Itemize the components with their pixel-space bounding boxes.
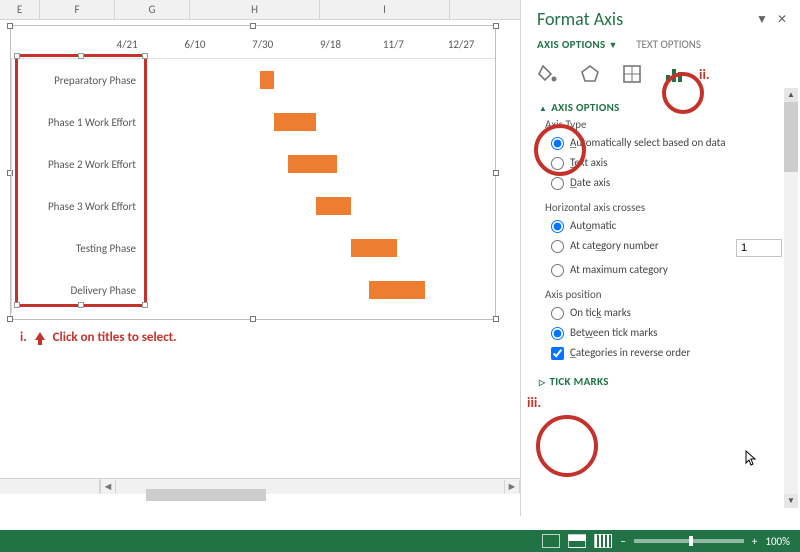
x-tick: 6/10 <box>184 38 205 51</box>
category-label[interactable]: Phase 3 Work Effort <box>12 200 144 213</box>
scroll-left-icon[interactable]: ◄ <box>100 480 116 493</box>
col-header-i[interactable]: I <box>320 0 450 19</box>
format-axis-pane: Format Axis ▼ ✕ AXIS OPTIONS▼ TEXT OPTIO… <box>520 0 800 516</box>
resize-handle[interactable] <box>7 316 13 322</box>
gantt-chart[interactable]: 4/21 6/10 7/30 9/18 11/7 12/27 Preparato… <box>10 25 496 320</box>
tab-axis-options[interactable]: AXIS OPTIONS▼ <box>537 38 618 51</box>
category-number-input[interactable] <box>736 239 782 257</box>
col-header-h[interactable]: H <box>190 0 320 19</box>
pane-title: Format Axis <box>537 8 750 30</box>
column-headers: E F G H I <box>0 0 520 20</box>
zoom-slider[interactable] <box>634 539 744 543</box>
chevron-down-icon: ▼ <box>608 40 617 51</box>
data-bar[interactable] <box>316 197 351 215</box>
col-header-f[interactable]: F <box>40 0 115 19</box>
data-bar[interactable] <box>369 281 425 299</box>
zoom-in-button[interactable]: + <box>752 535 757 548</box>
annotation-i-text: Click on titles to select. <box>53 330 177 345</box>
zoom-out-button[interactable]: − <box>620 535 625 548</box>
radio-automatic-label: Automatic <box>570 219 782 232</box>
resize-handle[interactable] <box>7 23 13 29</box>
resize-handle[interactable] <box>250 316 256 322</box>
size-properties-icon[interactable] <box>621 63 643 85</box>
radio-at-maximum-category-label: At maximum category <box>570 263 782 276</box>
scroll-up-icon[interactable]: ▲ <box>784 88 798 102</box>
data-bar[interactable] <box>260 71 274 89</box>
data-bar[interactable] <box>288 155 337 173</box>
pane-close-icon[interactable]: ✕ <box>774 12 790 27</box>
horizontal-scrollbar[interactable]: ◄ ► <box>0 478 520 494</box>
category-label[interactable]: Preparatory Phase <box>12 74 144 87</box>
radio-auto-select[interactable] <box>551 137 564 150</box>
axis-position-label: Axis position <box>521 280 800 303</box>
radio-between-tick-marks[interactable] <box>551 327 564 340</box>
scroll-thumb[interactable] <box>146 489 266 501</box>
x-tick: 11/7 <box>383 38 404 51</box>
x-tick: 9/18 <box>320 38 341 51</box>
pane-menu-icon[interactable]: ▼ <box>754 12 770 27</box>
status-bar: − + 100% <box>0 530 800 552</box>
scroll-thumb[interactable] <box>784 102 798 172</box>
tab-text-options[interactable]: TEXT OPTIONS <box>636 38 701 51</box>
fill-icon[interactable] <box>537 63 559 85</box>
radio-auto-select-label: Automatically select based on data <box>570 136 782 149</box>
chart-plot-area[interactable]: Preparatory Phase Phase 1 Work Effort Ph… <box>11 58 495 313</box>
mouse-cursor-icon <box>745 450 759 466</box>
resize-handle[interactable] <box>493 316 499 322</box>
zoom-thumb[interactable] <box>689 536 693 546</box>
radio-date-axis[interactable] <box>551 177 564 190</box>
x-tick: 4/21 <box>117 38 138 51</box>
radio-between-tick-marks-label: Between tick marks <box>570 326 782 339</box>
radio-on-tick-marks-label: On tick marks <box>570 306 782 319</box>
radio-at-category-number-label: At category number <box>570 239 730 252</box>
radio-text-axis-label: Text axis <box>570 156 782 169</box>
worksheet: E F G H I 4/21 6/10 7/30 9/18 11/7 12/27… <box>0 0 520 516</box>
x-tick: 7/30 <box>252 38 273 51</box>
radio-on-tick-marks[interactable] <box>551 307 564 320</box>
annotation-i: i. Click on titles to select. <box>20 330 177 345</box>
collapse-icon: ▲ <box>539 104 547 114</box>
category-label[interactable]: Phase 1 Work Effort <box>12 116 144 129</box>
horizontal-axis-crosses-label: Horizontal axis crosses <box>521 193 800 216</box>
zoom-level[interactable]: 100% <box>765 535 790 548</box>
col-header-e[interactable]: E <box>0 0 40 19</box>
view-page-break-icon[interactable] <box>594 534 612 548</box>
radio-automatic[interactable] <box>551 220 564 233</box>
expand-icon: ▷ <box>539 378 545 388</box>
data-bar[interactable] <box>274 113 316 131</box>
scroll-down-icon[interactable]: ▼ <box>784 494 798 508</box>
scroll-right-icon[interactable]: ► <box>504 480 520 493</box>
radio-date-axis-label: Date axis <box>570 176 782 189</box>
radio-at-maximum-category[interactable] <box>551 264 564 277</box>
axis-type-label: Axis Type <box>521 116 800 133</box>
resize-handle[interactable] <box>250 23 256 29</box>
chart-x-axis[interactable]: 4/21 6/10 7/30 9/18 11/7 12/27 <box>11 38 495 52</box>
sheet-tab-area[interactable] <box>0 479 100 494</box>
category-label[interactable]: Testing Phase <box>12 242 144 255</box>
checkbox-categories-reverse-order[interactable] <box>551 347 564 360</box>
checkbox-categories-reverse-order-label: Categories in reverse order <box>570 346 782 359</box>
annotation-ii: ii. <box>699 66 710 83</box>
radio-text-axis[interactable] <box>551 157 564 170</box>
effects-icon[interactable] <box>579 63 601 85</box>
view-normal-icon[interactable] <box>542 534 560 548</box>
annotation-i-prefix: i. <box>20 330 27 345</box>
pane-vertical-scrollbar[interactable]: ▲ ▼ <box>784 88 798 508</box>
resize-handle[interactable] <box>493 23 499 29</box>
radio-at-category-number[interactable] <box>551 240 564 253</box>
section-tick-marks[interactable]: ▷TICK MARKS <box>521 363 800 390</box>
view-page-layout-icon[interactable] <box>568 534 586 548</box>
annotation-iii: iii. <box>527 394 541 411</box>
col-header-g[interactable]: G <box>115 0 190 19</box>
data-bar[interactable] <box>351 239 397 257</box>
axis-options-icon[interactable] <box>663 63 685 85</box>
x-tick: 12/27 <box>448 38 475 51</box>
category-label[interactable]: Phase 2 Work Effort <box>12 158 144 171</box>
category-label[interactable]: Delivery Phase <box>12 284 144 297</box>
arrow-up-icon <box>33 331 47 345</box>
section-axis-options[interactable]: ▲AXIS OPTIONS <box>521 91 800 116</box>
